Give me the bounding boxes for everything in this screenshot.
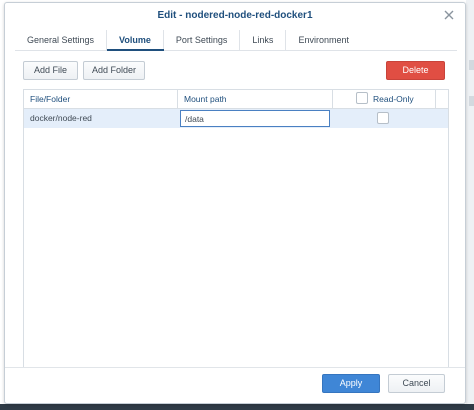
edit-container-dialog: Edit - nodered-node-red-docker1 General … (4, 2, 466, 404)
column-separator (435, 90, 436, 109)
volume-table: File/Folder Mount path Read-Only docker/… (23, 89, 449, 368)
tab-bar: General Settings Volume Port Settings Li… (15, 30, 361, 50)
active-tab-indicator (107, 49, 164, 51)
close-icon[interactable] (443, 9, 455, 21)
column-header-read-only[interactable]: Read-Only (367, 90, 427, 109)
read-only-checkbox[interactable] (377, 112, 389, 124)
column-header-file-folder[interactable]: File/Folder (24, 90, 174, 109)
tab-environment[interactable]: Environment (286, 30, 361, 50)
column-separator (332, 90, 333, 109)
footer-divider (5, 367, 465, 368)
dialog-title: Edit - nodered-node-red-docker1 (157, 10, 313, 21)
tab-links[interactable]: Links (240, 30, 287, 50)
background-window-edge (466, 0, 474, 410)
tabs-divider (15, 50, 457, 51)
tab-volume[interactable]: Volume (107, 30, 164, 50)
table-header: File/Folder Mount path Read-Only (24, 90, 448, 109)
file-folder-cell: docker/node-red (30, 113, 92, 123)
tab-general-settings[interactable]: General Settings (15, 30, 108, 50)
mount-path-input[interactable] (180, 110, 330, 127)
add-folder-button[interactable]: Add Folder (83, 61, 145, 80)
table-row[interactable]: docker/node-red (24, 109, 448, 128)
taskbar-strip (0, 404, 474, 410)
background-tick (469, 96, 474, 106)
delete-button[interactable]: Delete (386, 61, 445, 80)
apply-button[interactable]: Apply (322, 374, 380, 393)
cancel-button[interactable]: Cancel (388, 374, 445, 393)
column-header-mount-path[interactable]: Mount path (178, 90, 328, 109)
tab-port-settings[interactable]: Port Settings (164, 30, 241, 50)
add-file-button[interactable]: Add File (23, 61, 78, 80)
background-tick (469, 60, 474, 70)
